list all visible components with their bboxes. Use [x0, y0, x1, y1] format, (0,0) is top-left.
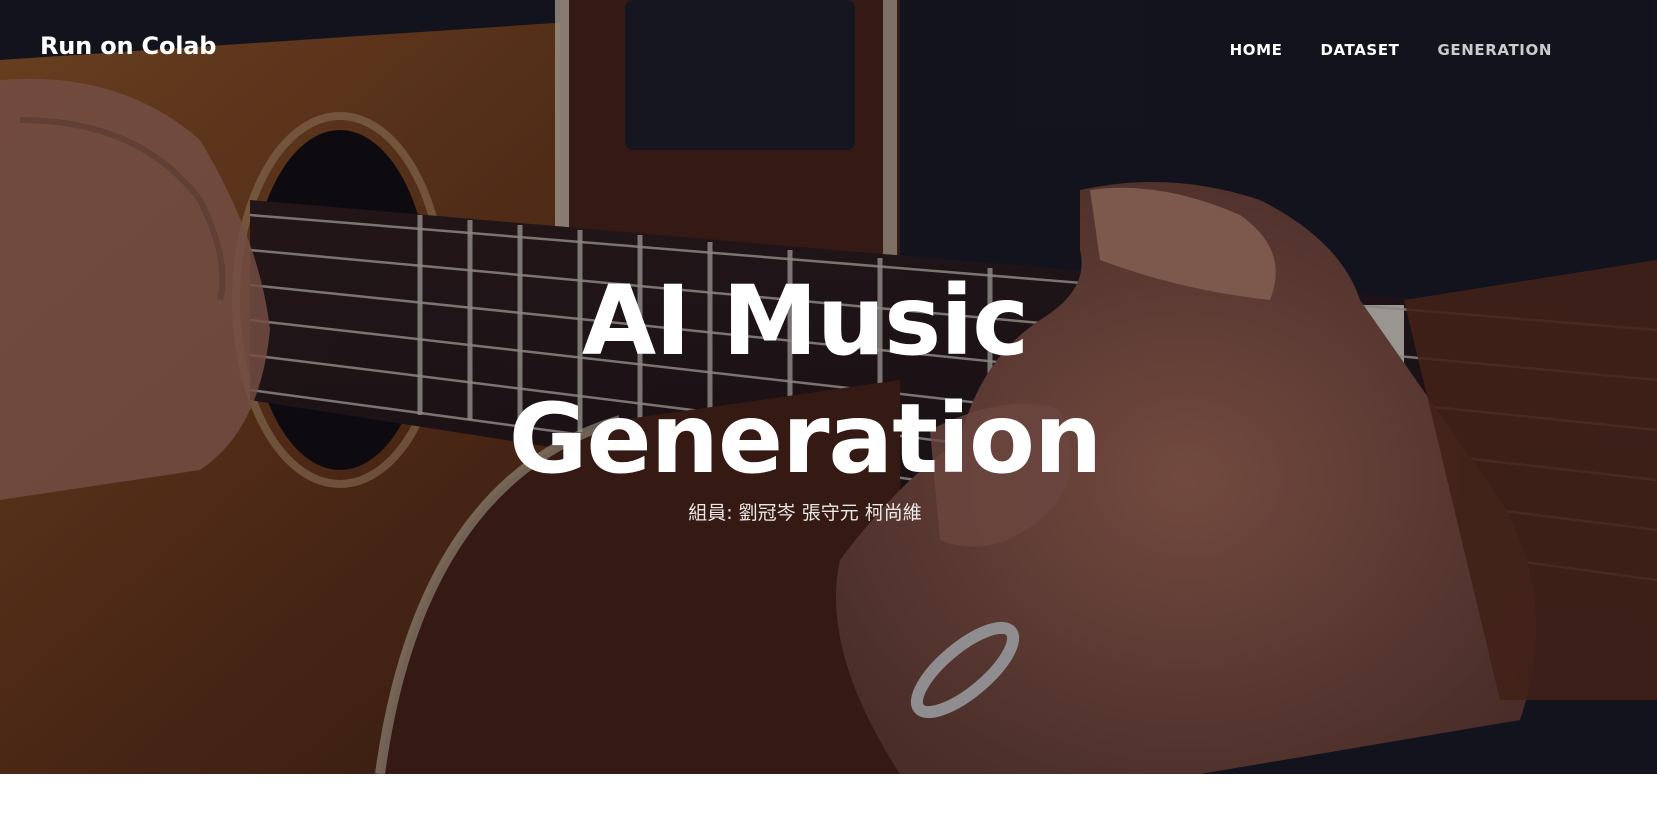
hero-subtitle: 組員: 劉冠岑 張守元 柯尚維 — [688, 502, 922, 524]
top-navbar: Run on Colab HOME DATASET GENERATION — [0, 0, 1657, 100]
nav-item-generation: GENERATION — [1438, 40, 1552, 59]
hero-title: AI Music Generation — [0, 262, 1610, 498]
hero-section: Run on Colab HOME DATASET GENERATION AI … — [0, 0, 1657, 774]
nav-link-generation[interactable]: GENERATION — [1438, 41, 1552, 59]
nav-link-home[interactable]: HOME — [1230, 41, 1283, 59]
nav-item-dataset: DATASET — [1320, 40, 1399, 59]
nav-item-home: HOME — [1230, 40, 1283, 59]
hero-title-line-2: Generation — [508, 383, 1103, 495]
nav-menu: HOME DATASET GENERATION — [1230, 40, 1552, 59]
nav-link-dataset[interactable]: DATASET — [1320, 41, 1399, 59]
brand-link[interactable]: Run on Colab — [40, 32, 216, 60]
hero-title-line-1: AI Music — [581, 265, 1029, 377]
